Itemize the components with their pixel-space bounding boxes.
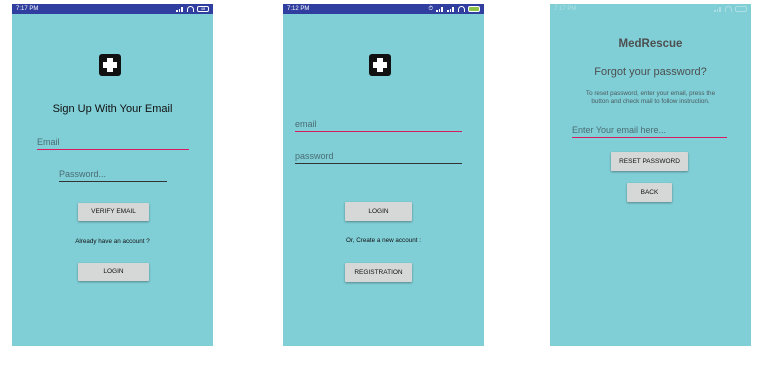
instruction-line-2: button and check mail to follow instruct… (591, 98, 710, 105)
reset-password-button[interactable]: RESET PASSWORD (611, 152, 688, 171)
back-button[interactable]: BACK (627, 183, 672, 202)
status-bar: 7:12 PM ⏱ (283, 4, 484, 14)
medical-cross-icon (369, 54, 391, 76)
status-time: 7:17 PM (554, 6, 577, 12)
signal-icon (176, 6, 184, 12)
login-button[interactable]: LOGIN (78, 263, 149, 281)
instruction-line-1: To reset password, enter your email, pre… (585, 90, 716, 97)
status-bar: 7:17 PM 48 (12, 4, 213, 14)
password-field[interactable]: Password... (59, 169, 167, 182)
forgot-password-heading: Forgot your password? (594, 66, 707, 78)
account-prompt: Already have an account ? (75, 238, 150, 245)
signal-icon (436, 6, 444, 12)
status-bar: 7:17 PM (550, 4, 751, 14)
wifi-icon (458, 6, 465, 12)
signup-heading: Sign Up With Your Email (52, 103, 173, 115)
email-field[interactable]: Email (37, 137, 189, 150)
status-time: 7:12 PM (287, 6, 310, 12)
reset-email-field[interactable]: Enter Your email here... (572, 125, 727, 138)
battery-icon (468, 6, 480, 12)
wifi-icon (725, 6, 732, 12)
app-name: MedRescue (618, 38, 683, 50)
signup-screen: 7:17 PM 48 Sign Up With Your Email Email… (12, 4, 213, 346)
registration-button[interactable]: REGISTRATION (345, 263, 412, 282)
verify-email-button[interactable]: VERIFY EMAIL (78, 203, 149, 221)
battery-icon (735, 6, 747, 12)
reset-password-screen: 7:17 PM MedRescue Forgot your password? … (550, 4, 751, 346)
signal-icon-2 (447, 6, 455, 12)
create-account-prompt: Or, Create a new account : (346, 237, 421, 244)
login-screen: 7:12 PM ⏱ email password LOGIN Or, Creat… (283, 4, 484, 346)
password-field[interactable]: password (295, 151, 462, 164)
status-time: 7:17 PM (16, 6, 39, 12)
login-button[interactable]: LOGIN (345, 202, 412, 221)
battery-icon: 48 (197, 6, 209, 12)
medical-cross-icon (99, 54, 121, 76)
alarm-icon: ⏱ (428, 6, 433, 12)
signal-icon (714, 6, 722, 12)
wifi-icon (187, 6, 194, 12)
email-field[interactable]: email (295, 119, 462, 132)
